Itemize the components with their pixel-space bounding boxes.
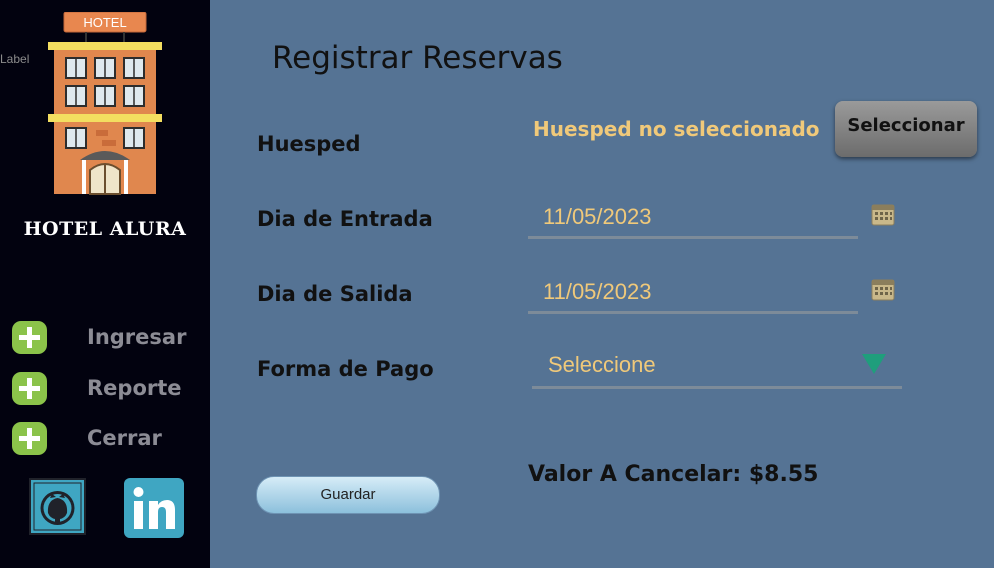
plus-icon — [12, 321, 47, 354]
payment-selected-value: Seleccione — [548, 352, 656, 377]
total-row: Valor A Cancelar: $8.55 — [528, 462, 818, 487]
dropdown-arrow-icon — [862, 354, 886, 374]
checkout-label: Dia de Salida — [257, 282, 413, 306]
calendar-icon[interactable] — [871, 277, 895, 301]
hotel-name: HOTEL ALURA — [23, 218, 187, 240]
checkin-date-field[interactable]: 11/05/2023 — [528, 196, 858, 239]
menu-item-ingresar[interactable]: Ingresar — [12, 321, 202, 357]
checkin-date-value: 11/05/2023 — [543, 204, 652, 229]
save-button[interactable]: Guardar — [256, 476, 440, 514]
menu-label-reporte: Reporte — [87, 376, 182, 400]
placeholder-label: Label — [0, 52, 30, 66]
page-title: Registrar Reservas — [272, 40, 563, 76]
select-guest-button[interactable]: Seleccionar — [835, 101, 977, 157]
sidebar: Label HOTEL HOTEL ALURA Ingresar Reporte… — [0, 0, 210, 568]
total-value: $8.55 — [748, 462, 819, 487]
menu-item-cerrar[interactable]: Cerrar — [12, 422, 202, 458]
hotel-sign-text: HOTEL — [83, 15, 126, 30]
checkin-label: Dia de Entrada — [257, 207, 433, 231]
payment-select[interactable]: Seleccione — [532, 346, 902, 389]
plus-icon — [12, 422, 47, 455]
github-icon[interactable] — [29, 478, 86, 535]
checkout-date-value: 11/05/2023 — [543, 279, 652, 304]
calendar-icon[interactable] — [871, 202, 895, 226]
hotel-building-logo: HOTEL — [48, 12, 162, 195]
guest-status: Huesped no seleccionado — [533, 117, 820, 141]
guest-label: Huesped — [257, 132, 361, 156]
payment-label: Forma de Pago — [257, 357, 434, 381]
menu-label-cerrar: Cerrar — [87, 426, 162, 450]
plus-icon — [12, 372, 47, 405]
linkedin-icon[interactable] — [124, 478, 184, 538]
total-label: Valor A Cancelar: — [528, 462, 742, 487]
checkout-date-field[interactable]: 11/05/2023 — [528, 271, 858, 314]
menu-label-ingresar: Ingresar — [87, 325, 187, 349]
menu-item-reporte[interactable]: Reporte — [12, 372, 202, 408]
